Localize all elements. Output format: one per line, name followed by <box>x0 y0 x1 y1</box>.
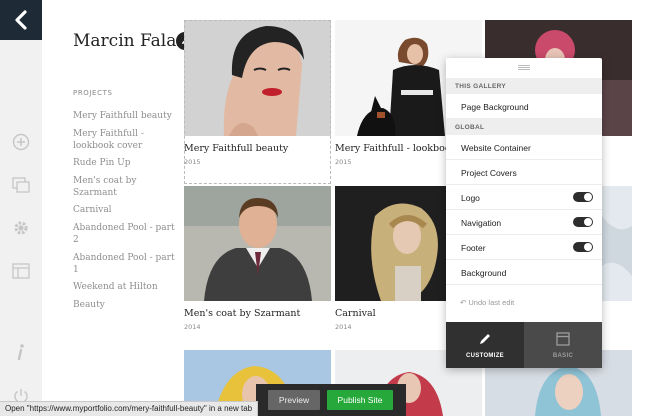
page-background-item[interactable]: Page Background <box>446 94 602 119</box>
undo-label: Undo last edit <box>468 298 515 307</box>
pages-icon[interactable] <box>9 173 33 197</box>
preview-button[interactable]: Preview <box>268 390 320 410</box>
project-title[interactable]: Carnival <box>335 308 446 319</box>
navigation-toggle[interactable] <box>573 217 593 227</box>
back-button[interactable] <box>0 0 42 40</box>
footer-toggle[interactable] <box>573 242 593 252</box>
project-title[interactable]: Mery Faithfull beauty <box>184 143 331 154</box>
hover-outline <box>184 20 331 184</box>
project-title[interactable]: Mery Faithfull - lookbook cover <box>335 143 446 154</box>
project-cover-image[interactable] <box>184 186 331 301</box>
project-link[interactable]: Beauty <box>73 299 181 311</box>
tab-basic[interactable]: BASIC <box>524 322 602 368</box>
project-year: 2014 <box>335 323 352 331</box>
project-link[interactable]: Abandoned Pool - part 1 <box>73 252 181 276</box>
project-link[interactable]: Rude Pin Up <box>73 157 181 169</box>
global-label: GLOBAL <box>446 119 602 135</box>
project-link[interactable]: Abandoned Pool - part 2 <box>73 222 181 246</box>
chevron-left-icon <box>15 10 27 30</box>
undo-icon: ↶ <box>460 298 467 307</box>
publish-bar: Preview Publish Site <box>256 384 406 416</box>
this-gallery-label: THIS GALLERY <box>446 78 602 94</box>
undo-button[interactable]: ↶ Undo last edit <box>460 298 514 307</box>
publish-button[interactable]: Publish Site <box>327 390 393 410</box>
add-icon[interactable] <box>9 130 33 154</box>
project-year: 2015 <box>335 158 352 166</box>
panel-tabbar: CUSTOMIZE BASIC <box>446 322 602 368</box>
project-cover-image[interactable] <box>602 186 632 301</box>
gear-icon[interactable] <box>9 216 33 240</box>
browser-status-bar: Open "https://www.myportfolio.com/mery-f… <box>0 401 259 416</box>
brush-icon <box>480 334 490 344</box>
navigation-label: Navigation <box>461 218 502 228</box>
project-link[interactable]: Weekend at Hilton <box>73 281 181 293</box>
project-title[interactable]: Men's coat by Szarmant <box>184 308 331 319</box>
background-item[interactable]: Background <box>446 260 602 285</box>
customize-panel: THIS GALLERY Page Background GLOBAL Webs… <box>446 58 602 368</box>
project-covers-item[interactable]: Project Covers <box>446 160 602 185</box>
website-container-item[interactable]: Website Container <box>446 135 602 160</box>
info-icon[interactable] <box>9 340 33 364</box>
left-toolbar <box>0 0 42 416</box>
project-link[interactable]: Men's coat by Szarmant <box>73 175 181 199</box>
navigation-item[interactable]: Navigation <box>446 210 602 235</box>
tab-customize-label: CUSTOMIZE <box>466 353 504 359</box>
tab-customize[interactable]: CUSTOMIZE <box>446 322 524 368</box>
project-year: 2015 <box>184 158 201 166</box>
projects-heading: PROJECTS <box>73 89 113 97</box>
logo-label: Logo <box>461 193 480 203</box>
project-year: 2014 <box>184 323 201 331</box>
tab-basic-label: BASIC <box>552 353 574 359</box>
layout-icon[interactable] <box>9 259 33 283</box>
footer-item[interactable]: Footer <box>446 235 602 260</box>
logo-toggle[interactable] <box>573 192 593 202</box>
project-link[interactable]: Mery Faithfull - lookbook cover <box>73 128 181 152</box>
footer-label: Footer <box>461 243 486 253</box>
drag-handle[interactable] <box>518 65 530 70</box>
layout-icon <box>556 332 570 346</box>
project-link[interactable]: Carnival <box>73 204 181 216</box>
projects-list: Mery Faithfull beauty Mery Faithfull - l… <box>73 110 181 316</box>
project-link[interactable]: Mery Faithfull beauty <box>73 110 181 122</box>
logo-item[interactable]: Logo <box>446 185 602 210</box>
